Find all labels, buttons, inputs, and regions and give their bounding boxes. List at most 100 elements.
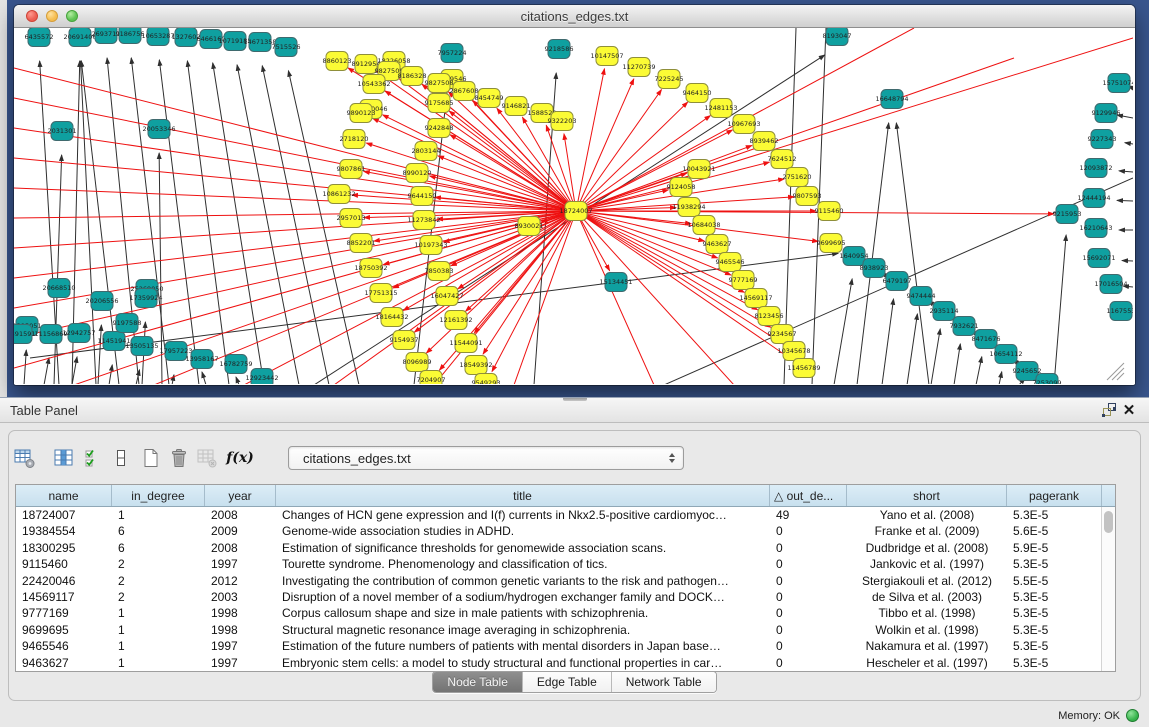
network-node[interactable]: 2031301 <box>48 122 77 141</box>
row-view-button[interactable] <box>108 445 134 471</box>
table-row[interactable]: 1830029562008Estimation of significance … <box>16 540 1115 556</box>
network-node[interactable]: 12923442 <box>245 369 278 385</box>
network-node[interactable]: 1167553 <box>1107 302 1133 321</box>
table-row[interactable]: 946554611997Estimation of the future num… <box>16 638 1115 654</box>
network-node[interactable]: 11938294 <box>672 198 705 217</box>
network-node[interactable]: 8938923 <box>860 259 889 278</box>
network-node[interactable]: 9175685 <box>425 94 454 113</box>
zoom-button[interactable] <box>66 10 78 22</box>
network-node[interactable]: 16210643 <box>1079 219 1112 238</box>
network-node[interactable]: 7225245 <box>655 70 684 89</box>
network-edge[interactable] <box>1054 235 1066 384</box>
network-node[interactable]: 8096989 <box>403 353 432 372</box>
network-edge[interactable] <box>109 365 112 384</box>
network-edge[interactable] <box>1122 260 1133 261</box>
network-node[interactable]: 20668510 <box>42 279 75 298</box>
network-node[interactable]: 18549392 <box>459 356 492 375</box>
network-edge[interactable] <box>1119 171 1133 172</box>
network-edge[interactable] <box>1117 200 1133 201</box>
network-edge[interactable] <box>576 69 604 211</box>
network-node[interactable]: 7204907 <box>417 371 446 385</box>
network-node[interactable]: 9186756 <box>116 28 145 44</box>
tab-edge-table[interactable]: Edge Table <box>523 672 612 692</box>
close-panel-button[interactable]: ✕ <box>1119 401 1139 419</box>
column-header-year[interactable]: year <box>205 485 276 506</box>
table-vertical-scrollbar[interactable] <box>1101 507 1115 671</box>
table-row[interactable]: 1872400712008Changes of HCN gene express… <box>16 507 1115 523</box>
network-node[interactable]: 6435572 <box>25 28 54 47</box>
network-node[interactable]: 12444194 <box>1077 189 1110 208</box>
network-edge[interactable] <box>213 63 264 384</box>
column-header-short[interactable]: short <box>847 485 1007 506</box>
network-node[interactable]: 8123456 <box>755 307 784 326</box>
splitter-handle[interactable] <box>563 398 587 401</box>
scrollbar-thumb[interactable] <box>1104 511 1113 533</box>
network-node[interactable]: 2751620 <box>783 168 812 187</box>
network-node[interactable]: 8852201 <box>347 234 376 253</box>
network-edge[interactable] <box>954 344 960 384</box>
network-edge[interactable] <box>522 117 576 211</box>
table-row[interactable]: 969969511998Structural magnetic resonanc… <box>16 622 1115 638</box>
network-canvas[interactable]: 1872400788601238912954182260589827509818… <box>14 28 1135 384</box>
network-node[interactable]: 10684038 <box>687 216 720 235</box>
network-node[interactable]: 9644150 <box>408 187 437 206</box>
column-visibility-button[interactable] <box>51 445 77 471</box>
network-node[interactable]: 12093872 <box>1079 159 1112 178</box>
table-row[interactable]: 2242004622012Investigating the contribut… <box>16 573 1115 589</box>
network-node[interactable]: 7850383 <box>425 262 454 281</box>
table-row[interactable]: 911546021997Tourette syndrome. Phenomeno… <box>16 556 1115 572</box>
network-node[interactable]: 8454749 <box>475 89 504 108</box>
network-node[interactable]: 9242848 <box>425 119 454 138</box>
network-edge[interactable] <box>14 98 576 211</box>
table-options-button[interactable] <box>12 445 38 471</box>
network-node[interactable]: 9115460 <box>815 202 844 221</box>
network-node[interactable]: 9129946 <box>1092 104 1121 123</box>
network-edge[interactable] <box>24 350 26 384</box>
network-node[interactable]: 11544091 <box>449 334 482 353</box>
memory-indicator[interactable] <box>1126 709 1139 722</box>
network-node[interactable]: 9234567 <box>768 325 797 344</box>
table-row[interactable]: 977716911998Corpus callosum shape and si… <box>16 605 1115 621</box>
import-table-button[interactable] <box>194 445 220 471</box>
delete-button[interactable] <box>166 445 192 471</box>
resize-grip[interactable] <box>1107 363 1124 380</box>
network-node[interactable]: 9463627 <box>703 235 732 254</box>
network-node[interactable]: 20053346 <box>142 120 175 139</box>
network-edge[interactable] <box>236 377 239 384</box>
network-node[interactable]: 9464150 <box>683 84 712 103</box>
network-node[interactable]: 9227343 <box>1088 130 1117 149</box>
table-row[interactable]: 946362711997Embryonic stem cells: a mode… <box>16 655 1115 671</box>
network-node[interactable]: 8860123 <box>323 52 352 71</box>
network-edge[interactable] <box>882 299 894 384</box>
new-document-button[interactable] <box>138 445 164 471</box>
network-edge[interactable] <box>237 65 299 384</box>
network-edge[interactable] <box>999 372 1002 384</box>
tab-node-table[interactable]: Node Table <box>433 672 523 692</box>
table-panel-header[interactable]: Table Panel ✕ <box>0 397 1149 423</box>
network-node[interactable]: 10967693 <box>727 115 760 134</box>
network-node[interactable]: 10653287 <box>141 28 174 46</box>
network-node[interactable]: 15751074 <box>1102 74 1133 93</box>
network-edge[interactable] <box>1125 143 1133 144</box>
network-node[interactable]: 9322203 <box>548 112 577 131</box>
network-edge[interactable] <box>202 372 206 384</box>
network-node[interactable]: 6479197 <box>883 272 912 291</box>
network-node[interactable]: 9890123 <box>347 104 376 123</box>
network-node[interactable]: 7515526 <box>272 38 301 57</box>
network-node[interactable]: 8193047 <box>823 28 852 46</box>
column-header-pagerank[interactable]: pagerank <box>1007 485 1102 506</box>
network-node[interactable]: 16648794 <box>875 90 908 109</box>
column-header-out_degree[interactable]: △ out_de... <box>770 485 847 506</box>
network-node[interactable]: 8930021 <box>515 217 544 236</box>
network-node[interactable]: 7253099 <box>1033 374 1062 385</box>
network-node[interactable]: 9777169 <box>729 271 758 290</box>
network-edge[interactable] <box>172 375 174 384</box>
network-node[interactable]: 7624512 <box>768 150 797 169</box>
network-node[interactable]: 8186328 <box>398 67 427 86</box>
network-node[interactable]: 9807861 <box>337 160 366 179</box>
network-node[interactable]: 2718120 <box>340 130 369 149</box>
network-node[interactable]: 2803144 <box>412 142 441 161</box>
network-node[interactable]: 9474444 <box>907 287 936 306</box>
network-node[interactable]: 11270739 <box>622 58 655 77</box>
network-node[interactable]: 9197588 <box>113 314 142 333</box>
